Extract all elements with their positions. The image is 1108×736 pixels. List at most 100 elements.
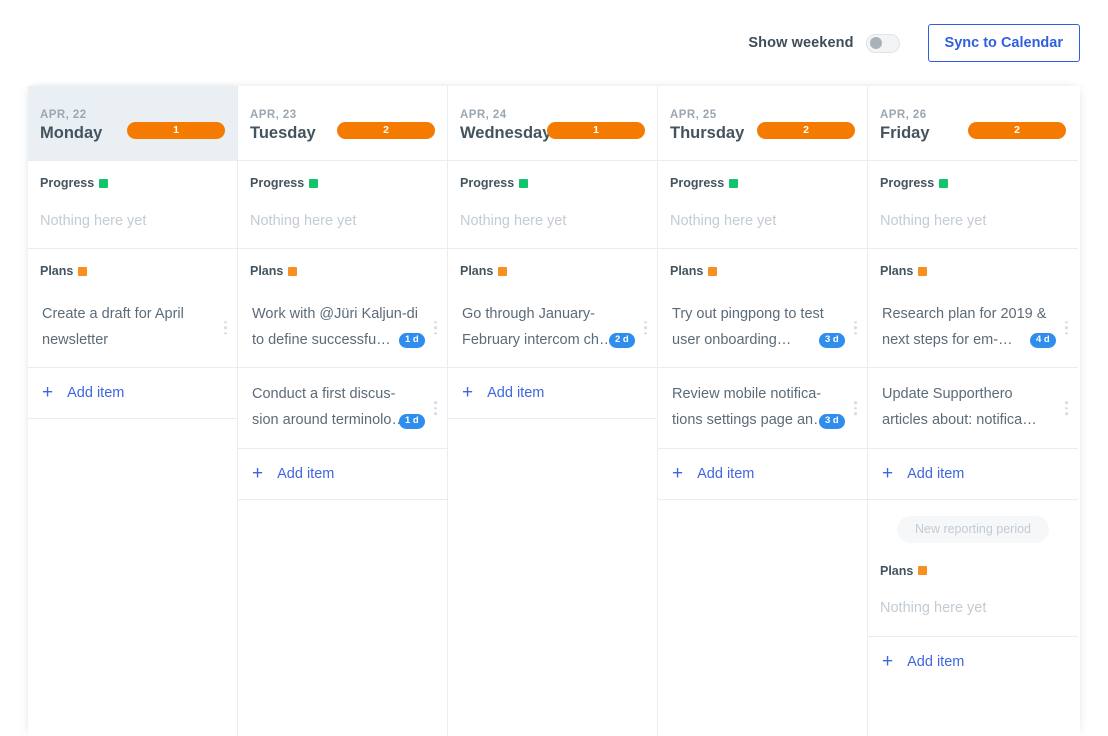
day-column-friday: APR, 26 Friday 2 Progress Nothing here yet Pl…: [868, 86, 1078, 736]
task-menu-icon[interactable]: [854, 320, 857, 335]
add-item-label: Add item: [67, 385, 125, 402]
plans-label: Plans: [670, 264, 704, 279]
task-card[interactable]: Create a draft for April newsletter: [28, 288, 237, 369]
column-filler: [448, 419, 657, 736]
progress-status-square-icon: [99, 178, 109, 188]
plans-status-square-icon: [288, 267, 298, 277]
progress-status-square-icon: [309, 178, 319, 188]
next-period-add-item-button[interactable]: + Add item: [868, 637, 1078, 687]
add-item-label: Add item: [487, 385, 545, 402]
progress-title: Progress: [40, 177, 225, 190]
day-count-badge: 2: [337, 122, 435, 139]
progress-status-square-icon: [519, 178, 529, 188]
task-menu-icon[interactable]: [1065, 320, 1068, 335]
task-menu-icon[interactable]: [434, 401, 437, 415]
day-date-label: APR, 24: [460, 109, 507, 121]
task-text: Research plan for 2019 & next steps for …: [882, 305, 1047, 348]
progress-empty-text: Nothing here yet: [40, 212, 147, 229]
day-date-label: APR, 22: [40, 109, 87, 121]
plus-icon: +: [462, 382, 474, 404]
task-menu-icon[interactable]: [644, 320, 647, 335]
progress-empty-text: Nothing here yet: [460, 212, 567, 229]
add-item-button[interactable]: + Add item: [868, 449, 1078, 501]
add-item-button[interactable]: + Add item: [238, 449, 447, 501]
day-name-label: Monday: [40, 124, 103, 143]
progress-label: Progress: [40, 176, 95, 190]
day-date-label: APR, 25: [670, 109, 717, 121]
task-card[interactable]: Conduct a first discus-sion around termi…: [238, 368, 447, 450]
plans-section-header: Plans: [658, 249, 867, 288]
sync-to-calendar-button[interactable]: Sync to Calendar: [927, 23, 1080, 63]
progress-label: Progress: [880, 176, 935, 190]
plans-section-header: Plans: [28, 249, 237, 288]
plus-icon: +: [252, 463, 264, 485]
day-name-label: Wednesday: [460, 124, 552, 143]
task-age-badge: 1 d: [399, 414, 425, 429]
show-weekend-group: Show weekend: [748, 33, 900, 53]
task-menu-icon[interactable]: [854, 401, 857, 415]
day-column-header: APR, 22 Monday 1: [28, 86, 237, 161]
day-header-text: APR, 22 Monday: [40, 108, 102, 144]
show-weekend-toggle[interactable]: [865, 33, 900, 53]
progress-title: Progress: [880, 177, 1066, 190]
plans-title: Plans: [880, 265, 1066, 278]
task-card[interactable]: Go through January-February intercom ch……: [448, 288, 657, 369]
progress-empty-text: Nothing here yet: [250, 212, 357, 229]
show-weekend-label: Show weekend: [748, 35, 854, 51]
plans-label: Plans: [880, 264, 914, 279]
day-column-header: APR, 25 Thursday 2: [658, 86, 867, 161]
plus-icon: +: [42, 382, 54, 404]
column-filler: [238, 500, 447, 736]
progress-section: Progress Nothing here yet: [868, 161, 1078, 250]
new-reporting-period-chip: New reporting period: [896, 516, 1050, 543]
task-text: Work with @Jüri Kaljun-di to define succ…: [252, 305, 418, 348]
progress-title: Progress: [460, 177, 645, 190]
task-menu-icon[interactable]: [434, 320, 437, 335]
plans-section-header: Plans: [238, 249, 447, 288]
add-item-label: Add item: [907, 466, 965, 483]
day-column-tuesday: APR, 23 Tuesday 2 Progress Nothing here yet P…: [238, 86, 448, 736]
task-menu-icon[interactable]: [1065, 401, 1068, 415]
plans-label: Plans: [40, 264, 74, 279]
add-item-label: Add item: [907, 653, 965, 670]
day-column-header: APR, 23 Tuesday 2: [238, 86, 447, 161]
progress-section: Progress Nothing here yet: [448, 161, 657, 250]
day-count-badge: 2: [757, 122, 855, 139]
task-text: Try out pingpong to test user onboarding…: [672, 305, 824, 348]
day-column-wednesday: APR, 24 Wednesday 1 Progress Nothing here ye…: [448, 86, 658, 736]
progress-empty-text: Nothing here yet: [670, 212, 777, 229]
progress-section: Progress Nothing here yet: [238, 161, 447, 250]
task-age-badge: 3 d: [819, 414, 845, 429]
day-column-header: APR, 24 Wednesday 1: [448, 86, 657, 161]
task-card[interactable]: Review mobile notifica-tions settings pa…: [658, 368, 867, 450]
top-toolbar: Show weekend Sync to Calendar: [0, 0, 1108, 86]
plans-status-square-icon: [498, 267, 508, 277]
task-card[interactable]: Research plan for 2019 & next steps for …: [868, 288, 1078, 369]
plans-title: Plans: [670, 265, 855, 278]
task-card[interactable]: Update Supporthero articles about: notif…: [868, 368, 1078, 450]
task-text: Review mobile notifica-tions settings pa…: [672, 386, 828, 429]
day-column-header: APR, 26 Friday 2: [868, 86, 1078, 161]
task-card[interactable]: Try out pingpong to test user onboarding…: [658, 288, 867, 369]
progress-section: Progress Nothing here yet: [658, 161, 867, 250]
next-period-plans-square-icon: [918, 566, 928, 576]
day-count-badge: 1: [547, 122, 645, 139]
next-period-empty-text: Nothing here yet: [880, 600, 987, 617]
add-item-button[interactable]: + Add item: [28, 368, 237, 420]
add-item-button[interactable]: + Add item: [448, 368, 657, 420]
day-date-label: APR, 23: [250, 109, 297, 121]
add-item-label: Add item: [697, 466, 755, 483]
toggle-knob: [869, 37, 882, 49]
task-text: Conduct a first discus-sion around termi…: [252, 386, 406, 429]
task-card[interactable]: Work with @Jüri Kaljun-di to define succ…: [238, 288, 447, 369]
column-filler: [28, 419, 237, 736]
task-menu-icon[interactable]: [224, 320, 227, 335]
day-header-text: APR, 25 Thursday: [670, 108, 744, 144]
progress-section: Progress Nothing here yet: [28, 161, 237, 250]
plans-title: Plans: [40, 265, 225, 278]
progress-label: Progress: [460, 176, 515, 190]
day-name-label: Friday: [880, 124, 930, 143]
app-root: Show weekend Sync to Calendar APR, 22 Mon…: [0, 0, 1108, 736]
plans-status-square-icon: [708, 267, 718, 277]
add-item-button[interactable]: + Add item: [658, 449, 867, 501]
